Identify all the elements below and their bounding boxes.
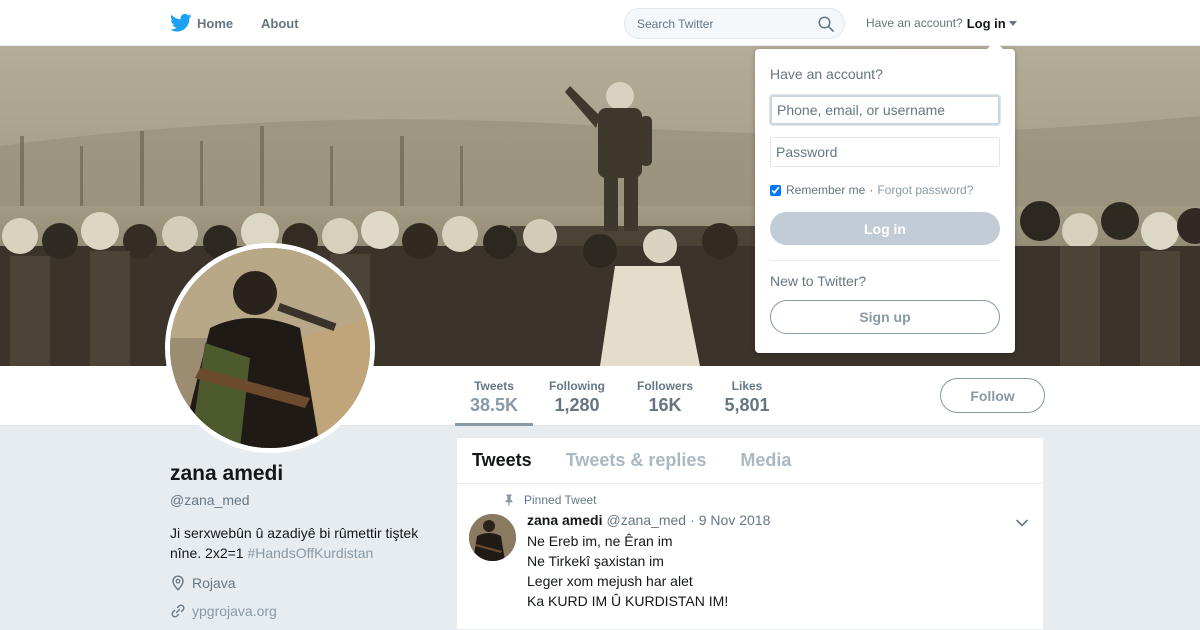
tweet-text: Ne Ereb im, ne Êran im Ne Tirkekî şaxist… [527, 531, 728, 611]
login-toggle-label: Log in [966, 15, 1006, 31]
pin-icon [505, 494, 513, 506]
stat-likes-value: 5,801 [724, 395, 770, 415]
caret-down-icon [1008, 20, 1017, 26]
pinned-indicator: Pinned Tweet [503, 493, 597, 507]
link-icon [171, 604, 185, 618]
tweet-text-line: Ne Tirkekî şaxistan im [527, 553, 664, 569]
stat-likes-label: Likes [731, 379, 763, 393]
tweet-text-line: Leger xom mejush har alet [527, 573, 693, 589]
twitter-bird-icon [170, 13, 192, 32]
tweet-timestamp[interactable]: 9 Nov 2018 [699, 512, 771, 528]
profile-bio: Ji serxwebûn û azadiyê bi rûmettir tişte… [170, 523, 440, 563]
remember-separator: · [869, 183, 874, 197]
nav-about-link[interactable]: About [261, 0, 299, 46]
profile-location: Rojava [192, 575, 236, 591]
login-dropdown-heading: Have an account? [770, 66, 883, 82]
stat-likes[interactable]: Likes 5,801 [722, 366, 772, 426]
login-dropdown: Have an account? Remember me · Forgot pa… [755, 41, 1015, 353]
forgot-password-link[interactable]: Forgot password? [877, 183, 973, 197]
tweet-avatar-photo [469, 514, 516, 561]
profile-handle[interactable]: @zana_med [170, 492, 440, 508]
stat-followers-value: 16K [648, 395, 682, 415]
stat-following[interactable]: Following 1,280 [545, 366, 609, 426]
chevron-down-icon[interactable] [1015, 516, 1029, 530]
profile-avatar[interactable] [165, 243, 375, 453]
password-field[interactable] [770, 137, 1000, 167]
avatar-photo [170, 248, 370, 448]
profile-location-row: Rojava [170, 575, 440, 591]
tweet-header: zana amedi @zana_med · 9 Nov 2018 [527, 512, 770, 528]
username-field[interactable] [770, 95, 1000, 125]
stat-following-value: 1,280 [554, 395, 600, 415]
tweet-text-line: Ne Ereb im, ne Êran im [527, 533, 673, 549]
remember-me-label[interactable]: Remember me [786, 183, 865, 197]
profile-url-link[interactable]: ypgrojava.org [192, 603, 277, 619]
profile-name[interactable]: zana amedi [170, 462, 440, 486]
tweet-author-name[interactable]: zana amedi [527, 512, 602, 528]
follow-button[interactable]: Follow [940, 378, 1045, 413]
stat-tweets-value: 38.5K [469, 395, 519, 415]
nav-home-link[interactable]: Home [170, 0, 233, 46]
timeline: Tweets Tweets & replies Media Pinned Twe… [456, 437, 1044, 630]
tab-tweets[interactable]: Tweets [472, 450, 532, 471]
stat-tweets-label: Tweets [474, 379, 514, 393]
tab-tweets-and-replies[interactable]: Tweets & replies [566, 450, 707, 471]
have-account-label: Have an account? [866, 16, 963, 30]
nav-home-label: Home [197, 15, 234, 31]
tweet-avatar[interactable] [469, 514, 516, 561]
dropdown-arrow [987, 41, 1003, 49]
tweet-author-handle[interactable]: @zana_med [606, 512, 686, 528]
profile-url-row: ypgrojava.org [170, 603, 440, 619]
timeline-tabs: Tweets Tweets & replies Media [457, 438, 1043, 484]
pinned-tweet[interactable]: Pinned Tweet zana amedi @zana_med · 9 No… [457, 484, 1043, 630]
stat-tweets[interactable]: Tweets 38.5K [455, 366, 533, 426]
login-button[interactable]: Log in [770, 212, 1000, 245]
stat-followers-label: Followers [636, 379, 693, 393]
dropdown-divider [770, 260, 1000, 261]
tweet-text-line: Ka KURD IM Û KURDISTAN IM! [527, 593, 729, 609]
search-input[interactable] [625, 9, 805, 38]
tweet-separator: · [690, 512, 695, 528]
tab-media[interactable]: Media [740, 450, 791, 471]
remember-me-row: Remember me · Forgot password? [770, 183, 973, 197]
login-dropdown-toggle[interactable]: Log in [967, 16, 1017, 31]
search-box [624, 8, 845, 39]
account-prompt: Have an account? Log in [866, 0, 1017, 46]
pinned-label: Pinned Tweet [524, 493, 597, 507]
new-to-twitter-label: New to Twitter? [770, 273, 867, 289]
stat-following-label: Following [549, 379, 605, 393]
bio-hashtag-link[interactable]: #HandsOffKurdistan [247, 545, 373, 561]
remember-me-checkbox[interactable] [770, 184, 781, 196]
top-nav: Home About Have an account? Log in [0, 0, 1200, 46]
stat-followers[interactable]: Followers 16K [633, 366, 697, 426]
location-pin-icon [172, 575, 184, 591]
search-icon[interactable] [818, 16, 834, 32]
profile-card: zana amedi @zana_med Ji serxwebûn û azad… [170, 462, 440, 619]
signup-button[interactable]: Sign up [770, 300, 1000, 334]
